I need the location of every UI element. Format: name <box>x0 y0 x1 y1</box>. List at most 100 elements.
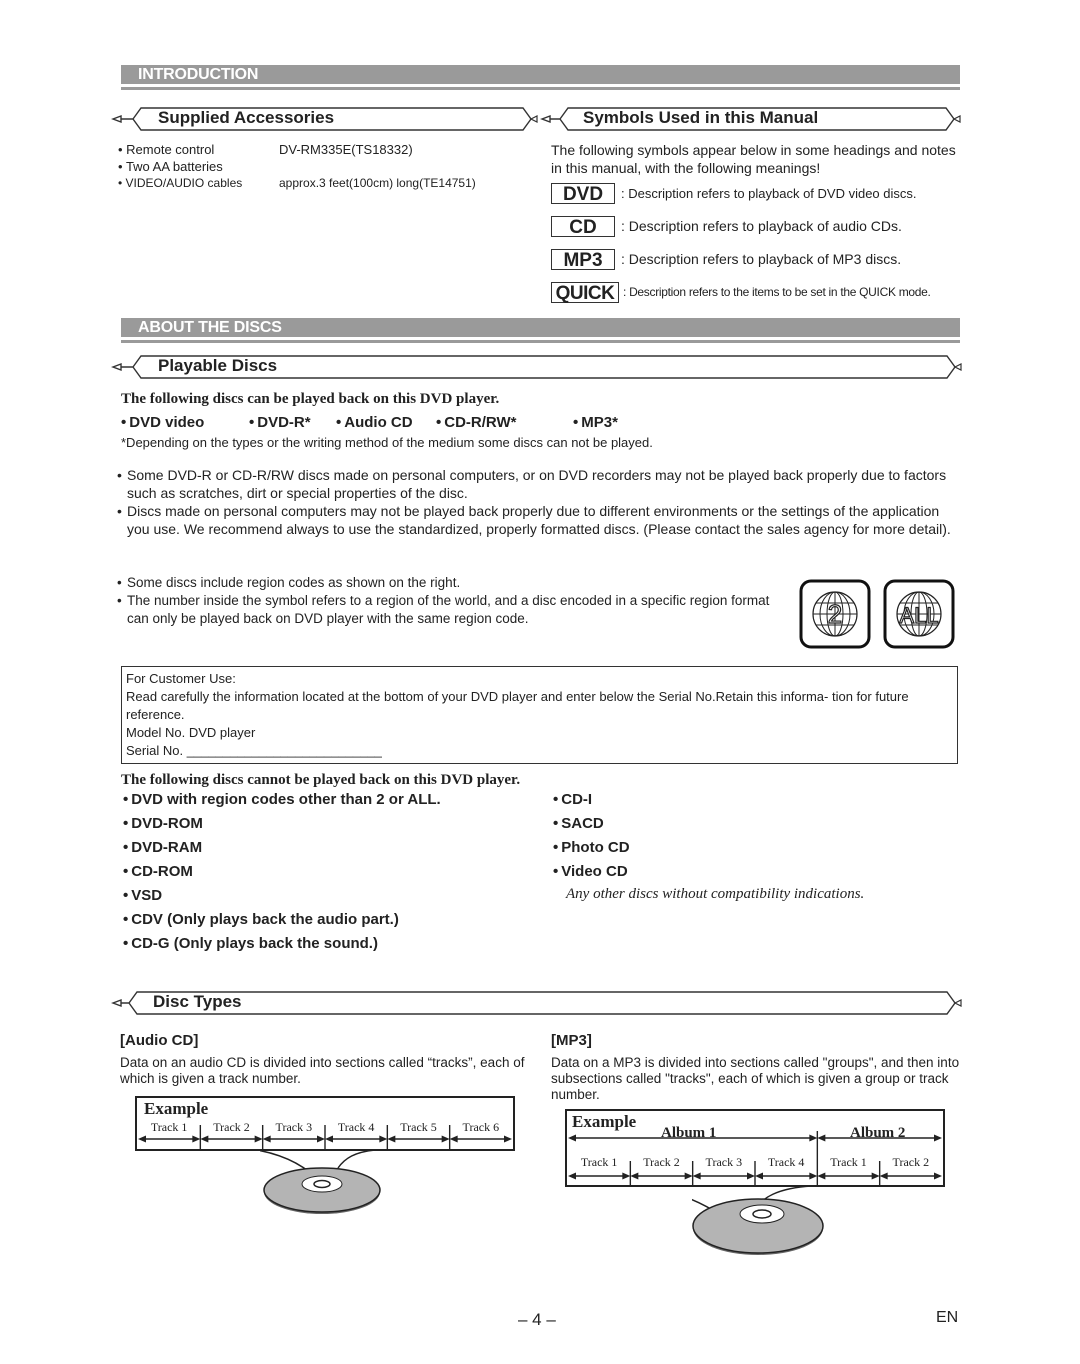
language-code: EN <box>936 1309 959 1326</box>
track-label: Track 4 <box>338 1120 375 1134</box>
accessory-name: Remote control <box>126 142 215 157</box>
model-number-line: Model No. DVD player <box>126 725 256 740</box>
track-label: Track 1 <box>151 1120 188 1134</box>
accessory-name: Two AA batteries <box>125 159 223 174</box>
accessory-detail: DV-RM335E(TS18332) <box>279 142 413 157</box>
playable-disc-item: Audio CD <box>336 414 412 431</box>
symbol-description: : Description refers to playback of MP3 … <box>621 251 902 267</box>
not-playable-item: CD-G (Only plays back the sound.) <box>123 935 378 952</box>
not-playable-lead: The following discs cannot be played bac… <box>121 772 521 788</box>
symbol-row-cd: CD : Description refers to playback of a… <box>551 214 902 238</box>
mp3-example-box: Example Album 1 Album 2 Track 1 Track 2 Tr… <box>565 1109 945 1187</box>
symbols-intro: The following symbols appear below in so… <box>551 142 956 176</box>
audio-cd-example-box: Example Track 1 Track 2 Track 3 Track 4 Trac… <box>135 1096 515 1151</box>
track-label: Track 3 <box>276 1120 313 1134</box>
symbol-row-quick: QUICK : Description refers to the items … <box>551 280 931 304</box>
region-all-icon: ALL <box>883 579 955 649</box>
track-span-arrow <box>879 1172 942 1180</box>
symbol-row-mp3: MP3 : Description refers to playback of … <box>551 247 901 271</box>
track-label: Track 2 <box>893 1155 930 1169</box>
accessory-item: • Remote control DV-RM335E(TS18332) <box>118 142 413 157</box>
introduction-title: INTRODUCTION <box>138 66 259 83</box>
not-playable-item: Photo CD <box>553 839 629 856</box>
customer-use-box: For Customer Use: Read carefully the inf… <box>121 666 958 764</box>
not-playable-item: SACD <box>553 815 604 832</box>
track-label: Track 2 <box>643 1155 680 1169</box>
quick-symbol-badge: QUICK <box>551 281 619 304</box>
album-span-arrow <box>817 1134 942 1142</box>
symbol-description: : Description refers to playback of audi… <box>621 218 902 234</box>
audio-cd-track-diagram: Track 1 Track 2 Track 3 Track 4 Track 5 Track… <box>138 1120 512 1149</box>
track-label: Track 1 <box>581 1155 618 1169</box>
accessories-list: • Remote control DV-RM335E(TS18332) • Tw… <box>118 141 538 192</box>
mp3-track-diagram: Track 1 Track 2 Track 3 Track 4 Track 1 Track… <box>568 1131 942 1185</box>
note-item: The number inside the symbol refers to a… <box>117 592 777 628</box>
track-label: Track 5 <box>400 1120 437 1134</box>
accessory-item: • Two AA batteries <box>118 159 223 174</box>
customer-box-title: For Customer Use: <box>126 671 236 686</box>
disc-types-heading: Disc Types <box>111 990 963 1016</box>
track-span-arrow <box>200 1135 263 1143</box>
note-item: Some discs include region codes as shown… <box>117 574 777 592</box>
track-span-arrow <box>262 1135 325 1143</box>
playable-discs-heading: Playable Discs <box>111 354 963 380</box>
region-code-label: 2 <box>828 599 842 629</box>
not-playable-item: CD-ROM <box>123 863 193 880</box>
region-code-label: ALL <box>899 603 938 628</box>
not-playable-item: DVD-RAM <box>123 839 202 856</box>
track-label: Track 4 <box>768 1155 805 1169</box>
playable-disc-item: CD-R/RW* <box>436 414 516 431</box>
audio-cd-description: Data on an audio CD is divided into sect… <box>120 1055 525 1086</box>
track-span-arrow <box>817 1172 880 1180</box>
playable-disc-item: MP3* <box>573 414 618 431</box>
track-label: Track 6 <box>463 1120 500 1134</box>
cd-symbol-badge: CD <box>551 215 615 238</box>
track-span-arrow <box>692 1172 755 1180</box>
track-span-arrow <box>630 1172 693 1180</box>
audio-cd-title: [Audio CD] <box>120 1032 199 1049</box>
track-span-arrow <box>138 1135 201 1143</box>
accessory-detail: approx.3 feet(100cm) long(TE14751) <box>279 176 476 190</box>
dvd-symbol-badge: DVD <box>551 182 615 205</box>
not-playable-item: CD-I <box>553 791 592 808</box>
disc-types-title: Disc Types <box>153 992 242 1011</box>
track-label: Track 1 <box>830 1155 867 1169</box>
accessory-item: • VIDEO/AUDIO cables approx.3 feet(100cm… <box>118 176 476 190</box>
symbol-description: : Description refers to playback of DVD … <box>621 185 917 201</box>
track-span-arrow <box>449 1135 512 1143</box>
track-span-arrow <box>387 1135 450 1143</box>
playable-footnote: *Depending on the types or the writing m… <box>121 435 653 450</box>
playable-disc-item: DVD video <box>121 414 204 431</box>
not-playable-item: VSD <box>123 887 162 904</box>
audio-cd-disc-icon <box>256 1149 420 1225</box>
mp3-symbol-badge: MP3 <box>551 248 615 271</box>
track-span-arrow <box>568 1172 631 1180</box>
not-playable-item: Video CD <box>553 863 627 880</box>
customer-box-text: Read carefully the information located a… <box>126 689 909 722</box>
track-label: Track 3 <box>706 1155 743 1169</box>
symbols-heading: Symbols Used in this Manual <box>540 106 962 132</box>
playable-discs-title: Playable Discs <box>158 356 278 375</box>
track-span-arrow <box>755 1172 818 1180</box>
not-playable-item: DVD with region codes other than 2 or AL… <box>123 791 440 808</box>
mp3-disc-icon <box>626 1185 852 1271</box>
symbols-title: Symbols Used in this Manual <box>583 108 819 127</box>
track-span-arrow <box>325 1135 388 1143</box>
symbol-row-dvd: DVD : Description refers to playback of … <box>551 181 917 205</box>
accessory-name: VIDEO/AUDIO cables <box>125 176 243 190</box>
note-item: Some DVD-R or CD-R/RW discs made on pers… <box>117 466 957 502</box>
symbol-description: : Description refers to the items to be … <box>623 285 931 299</box>
about-discs-title: ABOUT THE DISCS <box>138 319 282 336</box>
playable-lead: The following discs can be played back o… <box>121 391 500 407</box>
mp3-description: Data on a MP3 is divided into sections c… <box>551 1055 960 1102</box>
region-2-icon: 2 <box>799 579 871 649</box>
other-discs-note: Any other discs without compatibility in… <box>566 886 865 902</box>
about-discs-section-bar: ABOUT THE DISCS <box>121 318 960 343</box>
supplied-accessories-title: Supplied Accessories <box>158 108 335 127</box>
region-notes-list: Some discs include region codes as shown… <box>117 574 777 628</box>
serial-number-field[interactable]: Serial No. ___________________________ <box>126 742 953 760</box>
not-playable-item: DVD-ROM <box>123 815 203 832</box>
playable-disc-item: DVD-R* <box>249 414 310 431</box>
album-span-arrow <box>568 1134 818 1142</box>
not-playable-item: CDV (Only plays back the audio part.) <box>123 911 399 928</box>
